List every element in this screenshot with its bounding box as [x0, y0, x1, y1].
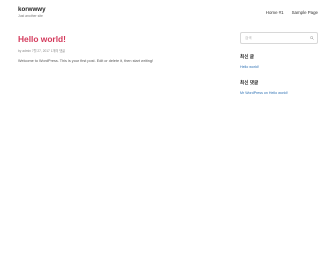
post-title[interactable]: Hello world!	[18, 34, 218, 44]
search-icon[interactable]	[310, 36, 314, 40]
site-tagline: Just another site	[18, 14, 43, 18]
recent-comments-title: 최신 댓글	[240, 80, 259, 85]
main-nav: Home #1 Sample Page	[266, 10, 318, 15]
search-input[interactable]	[241, 33, 311, 43]
recent-post-link[interactable]: Hello world!	[240, 65, 318, 69]
post: Hello world! by admin 7월 27, 2017 1개의 댓글…	[18, 34, 218, 67]
recent-comments-widget: 최신 댓글 Mr WordPress on Hello world!	[240, 80, 318, 95]
recent-posts-title: 최신 글	[240, 54, 254, 59]
sidebar: 최신 글 Hello world! 최신 댓글 Mr WordPress on …	[240, 32, 318, 95]
search-box	[240, 32, 318, 44]
recent-comment-link[interactable]: Mr WordPress on Hello world!	[240, 91, 318, 95]
recent-posts-widget: 최신 글 Hello world!	[240, 54, 318, 69]
post-meta: by admin 7월 27, 2017 1개의 댓글	[18, 49, 66, 53]
nav-item-sample-page[interactable]: Sample Page	[292, 10, 318, 15]
post-body: Welcome to WordPress. This is your first…	[18, 59, 154, 63]
site-header: korwwwy Just another site	[18, 6, 46, 19]
nav-item-home[interactable]: Home #1	[266, 10, 284, 15]
site-title[interactable]: korwwwy	[18, 6, 46, 14]
